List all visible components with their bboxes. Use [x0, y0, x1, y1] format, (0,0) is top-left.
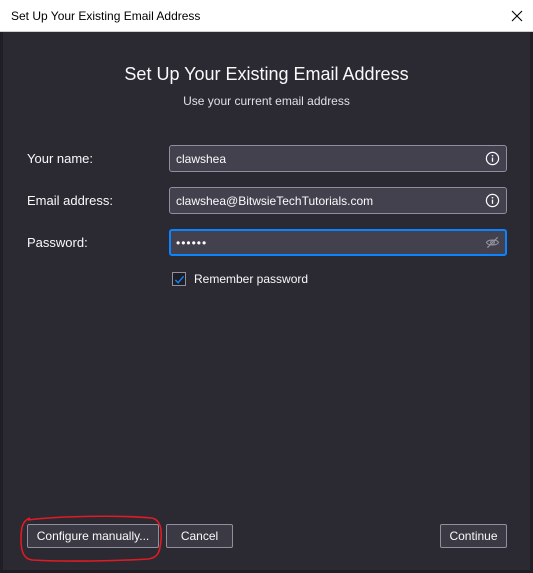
checkmark-icon [174, 275, 184, 284]
password-field[interactable]: •••••• [169, 229, 507, 256]
info-icon[interactable] [485, 193, 500, 208]
email-label: Email address: [27, 193, 113, 208]
email-value: clawshea@BitwsieTechTutorials.com [176, 194, 374, 208]
password-label: Password: [27, 235, 88, 250]
name-value: clawshea [176, 152, 227, 166]
cancel-button[interactable]: Cancel [166, 524, 233, 548]
info-icon[interactable] [485, 151, 500, 166]
remember-password-label[interactable]: Remember password [194, 272, 308, 286]
name-field[interactable]: clawshea [169, 145, 507, 172]
close-button[interactable] [501, 0, 533, 31]
page-title: Set Up Your Existing Email Address [124, 64, 409, 84]
window-edge-left [0, 32, 3, 573]
name-label: Your name: [27, 151, 94, 166]
remember-password-checkbox[interactable] [172, 272, 186, 286]
continue-button[interactable]: Continue [440, 524, 507, 548]
eye-slash-icon[interactable] [485, 235, 500, 250]
title-bar: Set Up Your Existing Email Address [0, 0, 533, 32]
password-value: •••••• [176, 236, 208, 250]
configure-manually-button[interactable]: Configure manually... [27, 524, 159, 548]
page-subtitle: Use your current email address [183, 94, 350, 108]
email-field[interactable]: clawshea@BitwsieTechTutorials.com [169, 187, 507, 214]
close-icon [511, 10, 523, 21]
window-title: Set Up Your Existing Email Address [11, 9, 201, 23]
